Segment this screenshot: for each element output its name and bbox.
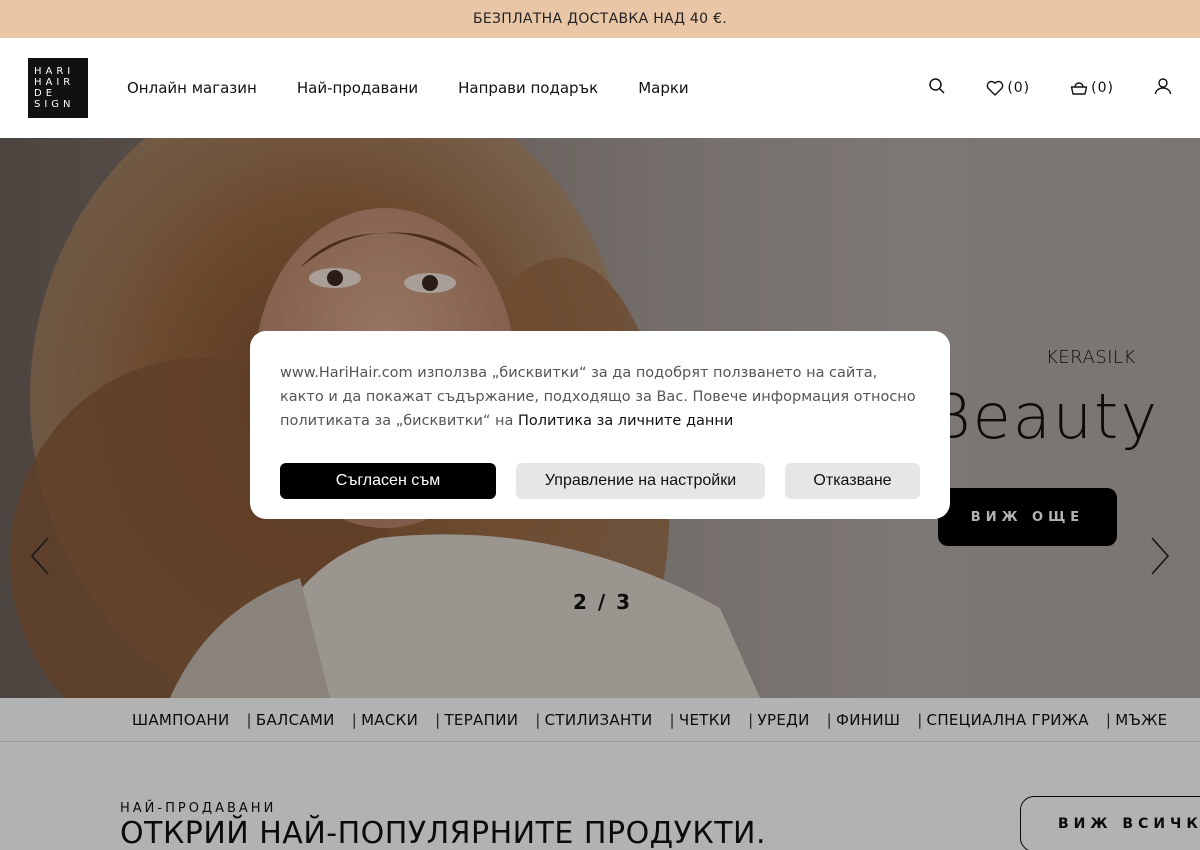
site-header: HARI HAIR DE SIGN Онлайн магазин Най-про… (0, 38, 1200, 138)
account-icon[interactable] (1154, 77, 1172, 99)
promo-text: БЕЗПЛАТНА ДОСТАВКА НАД 40 €. (472, 11, 728, 27)
logo-line: SIGN (34, 99, 75, 110)
manage-settings-button[interactable]: Управление на настройки (516, 463, 765, 499)
basket-icon (1070, 80, 1088, 96)
wishlist-button[interactable]: (0) (986, 80, 1030, 96)
header-actions: (0) (0) (928, 38, 1172, 138)
main-nav: Онлайн магазин Най-продавани Направи под… (127, 79, 689, 97)
nav-brands[interactable]: Марки (638, 79, 688, 97)
decline-cookies-button[interactable]: Отказване (785, 463, 920, 499)
logo-line: HARI (34, 66, 75, 77)
cart-button[interactable]: (0) (1070, 80, 1114, 96)
cookie-message: www.HariHair.com използва „бисквитки“ за… (280, 361, 920, 433)
site-logo[interactable]: HARI HAIR DE SIGN (28, 58, 88, 118)
nav-bestsellers[interactable]: Най-продавани (297, 79, 418, 97)
nav-online-shop[interactable]: Онлайн магазин (127, 79, 257, 97)
logo-line: HAIR (34, 77, 75, 88)
heart-icon (986, 80, 1004, 96)
privacy-policy-link[interactable]: Политика за личните данни (518, 413, 733, 429)
wishlist-count: (0) (1007, 80, 1031, 96)
promo-banner: БЕЗПЛАТНА ДОСТАВКА НАД 40 €. (0, 0, 1200, 38)
cart-count: (0) (1091, 80, 1114, 96)
search-icon[interactable] (928, 77, 946, 99)
accept-cookies-button[interactable]: Съгласен съм (280, 463, 496, 499)
logo-line: DE (34, 88, 57, 99)
cookie-consent-dialog: www.HariHair.com използва „бисквитки“ за… (250, 331, 950, 519)
nav-gift[interactable]: Направи подарък (458, 79, 598, 97)
cookie-actions: Съгласен съм Управление на настройки Отк… (280, 463, 920, 499)
